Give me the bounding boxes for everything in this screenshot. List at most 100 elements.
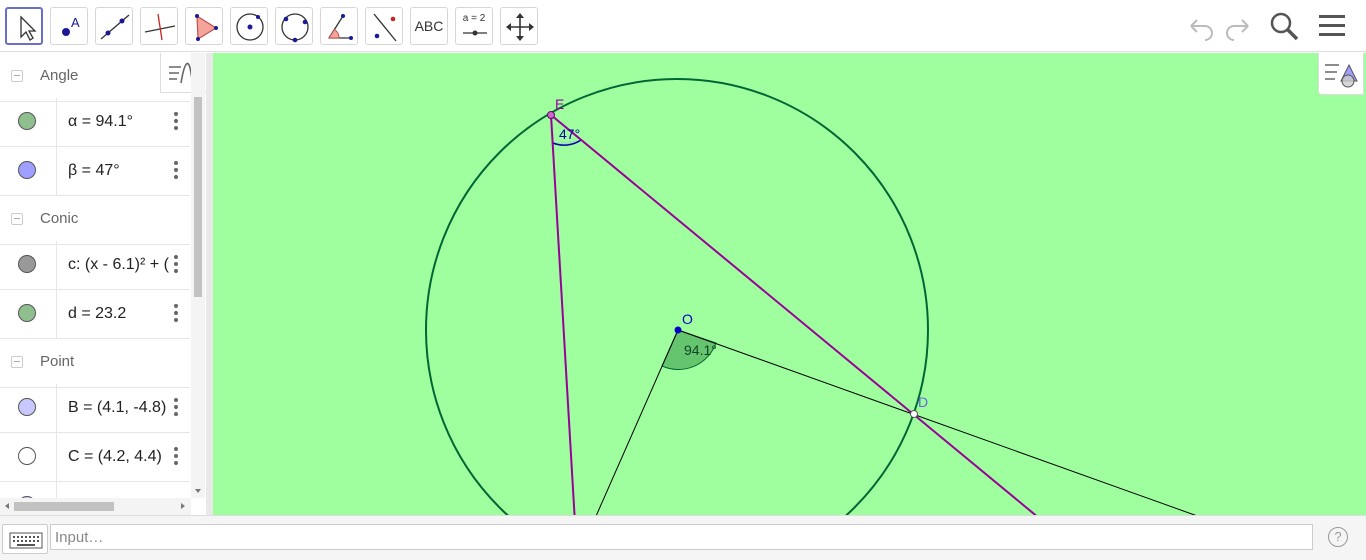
algebra-item-C[interactable]: C = (4.2, 4.4) (0, 433, 190, 482)
point-D[interactable] (910, 410, 918, 418)
scroll-arrow-icon (5, 503, 185, 509)
hamburger-menu-icon (1319, 15, 1345, 36)
horizontal-scrollbar[interactable] (0, 498, 191, 515)
more-options-icon[interactable] (170, 445, 182, 469)
algebra-item-B[interactable]: B = (4.1, -4.8) (0, 384, 190, 433)
algebra-item-beta[interactable]: β = 47° (0, 147, 190, 196)
chord-EB[interactable] (550, 114, 576, 515)
vertical-scrollbar[interactable] (191, 53, 205, 498)
line-OD[interactable] (677, 329, 1203, 515)
algebra-item-d[interactable]: d = 23.2 (0, 290, 190, 339)
move-graphics-icon (506, 13, 534, 41)
polygon-icon (195, 14, 218, 41)
label-E: E (555, 96, 564, 112)
angle-tool[interactable] (320, 7, 358, 45)
visibility-marble-icon[interactable] (18, 447, 36, 465)
graphics-view[interactable]: E O D 94.1° 47° (213, 53, 1366, 515)
algebra-item-alpha[interactable]: α = 94.1° (0, 98, 190, 147)
collapse-toggle-icon[interactable] (11, 213, 23, 225)
visibility-marble-icon[interactable] (18, 255, 36, 273)
keyboard-button[interactable] (2, 524, 48, 554)
reflect-tool[interactable] (365, 7, 403, 45)
line-tool[interactable] (95, 7, 133, 45)
algebra-view: Angle α = 94.1° β = 47° Conic c: (x - 6.… (0, 53, 206, 515)
visibility-marble-icon[interactable] (18, 398, 36, 416)
segment-OB[interactable] (593, 329, 679, 515)
group-label: Angle (40, 67, 79, 84)
collapse-toggle-icon[interactable] (11, 356, 23, 368)
point-icon: A (62, 15, 80, 36)
visibility-marble-icon[interactable] (18, 112, 36, 130)
more-options-icon[interactable] (170, 110, 182, 134)
circle-center-icon (236, 13, 264, 41)
move-view-tool[interactable] (500, 7, 538, 45)
main-menu-button[interactable] (1314, 8, 1350, 44)
more-options-icon[interactable] (170, 253, 182, 277)
label-D: D (918, 394, 928, 410)
input-field[interactable] (50, 524, 1313, 550)
circle-three-points-icon (281, 13, 309, 43)
input-bar: ? (0, 515, 1366, 560)
redo-icon (1226, 19, 1249, 41)
marble-cell (0, 433, 57, 481)
text-icon: ABC (414, 18, 444, 34)
undo-icon (1190, 19, 1213, 41)
label-O: O (682, 311, 693, 327)
reflect-icon (373, 13, 397, 42)
algebra-expression[interactable]: c: (x - 6.1)² + ( (68, 256, 169, 274)
scroll-arrow-icon (195, 489, 201, 493)
arrow-pointer-icon (20, 15, 37, 41)
perpendicular-tool[interactable] (140, 7, 178, 45)
undo-button[interactable] (1183, 8, 1219, 44)
line-icon (100, 14, 130, 40)
visibility-marble-icon[interactable] (18, 304, 36, 322)
marble-cell (0, 98, 57, 146)
angle-beta-label: 47° (559, 126, 580, 142)
circle-c[interactable] (425, 78, 929, 515)
chord-ED[interactable] (550, 114, 1039, 515)
marble-cell (0, 241, 57, 289)
keyboard-icon (9, 532, 43, 549)
search-icon (1270, 12, 1299, 41)
visibility-marble-icon[interactable] (18, 161, 36, 179)
algebra-item-c[interactable]: c: (x - 6.1)² + ( (0, 241, 190, 290)
group-header-conic[interactable]: Conic (0, 196, 190, 245)
algebra-expression[interactable]: d = 23.2 (68, 305, 126, 323)
svg-text:A: A (71, 15, 80, 30)
polygon-tool[interactable] (185, 7, 223, 45)
point-tool[interactable]: A (50, 7, 88, 45)
slider-tool[interactable]: a = 2 (455, 7, 493, 45)
group-label: Point (40, 353, 75, 370)
algebra-expression[interactable]: C = (4.2, 4.4) (68, 448, 162, 466)
perpendicular-line-icon (144, 13, 176, 41)
point-E[interactable] (547, 111, 555, 119)
algebra-expression[interactable]: α = 94.1° (68, 113, 133, 131)
graphics-style-bar-toggle[interactable] (1318, 53, 1364, 95)
style-bar-icon (1325, 63, 1358, 88)
point-O[interactable] (674, 326, 682, 334)
toolbar: A ABC a = 2 (0, 0, 1366, 52)
collapse-toggle-icon[interactable] (11, 70, 23, 82)
more-options-icon[interactable] (170, 302, 182, 326)
help-icon[interactable]: ? (1328, 527, 1348, 547)
circle-three-points-tool[interactable] (275, 7, 313, 45)
circle-center-tool[interactable] (230, 7, 268, 45)
marble-cell (0, 290, 57, 338)
slider-track-icon (463, 30, 487, 36)
algebra-expression[interactable]: β = 47° (68, 162, 120, 180)
marble-cell (0, 147, 57, 195)
angle-alpha-label: 94.1° (684, 342, 717, 358)
more-options-icon[interactable] (170, 159, 182, 183)
algebra-expression[interactable]: B = (4.1, -4.8) (68, 399, 166, 417)
redo-button[interactable] (1220, 8, 1256, 44)
marble-cell (0, 384, 57, 432)
view-divider[interactable] (206, 53, 213, 515)
more-options-icon[interactable] (170, 396, 182, 420)
move-tool[interactable] (5, 7, 43, 45)
search-button[interactable] (1266, 8, 1302, 44)
text-tool[interactable]: ABC (410, 7, 448, 45)
group-label: Conic (40, 210, 79, 227)
construction-canvas[interactable]: E O D 94.1° 47° (213, 53, 1366, 515)
angle-icon (328, 14, 353, 40)
group-header-point[interactable]: Point (0, 339, 190, 388)
